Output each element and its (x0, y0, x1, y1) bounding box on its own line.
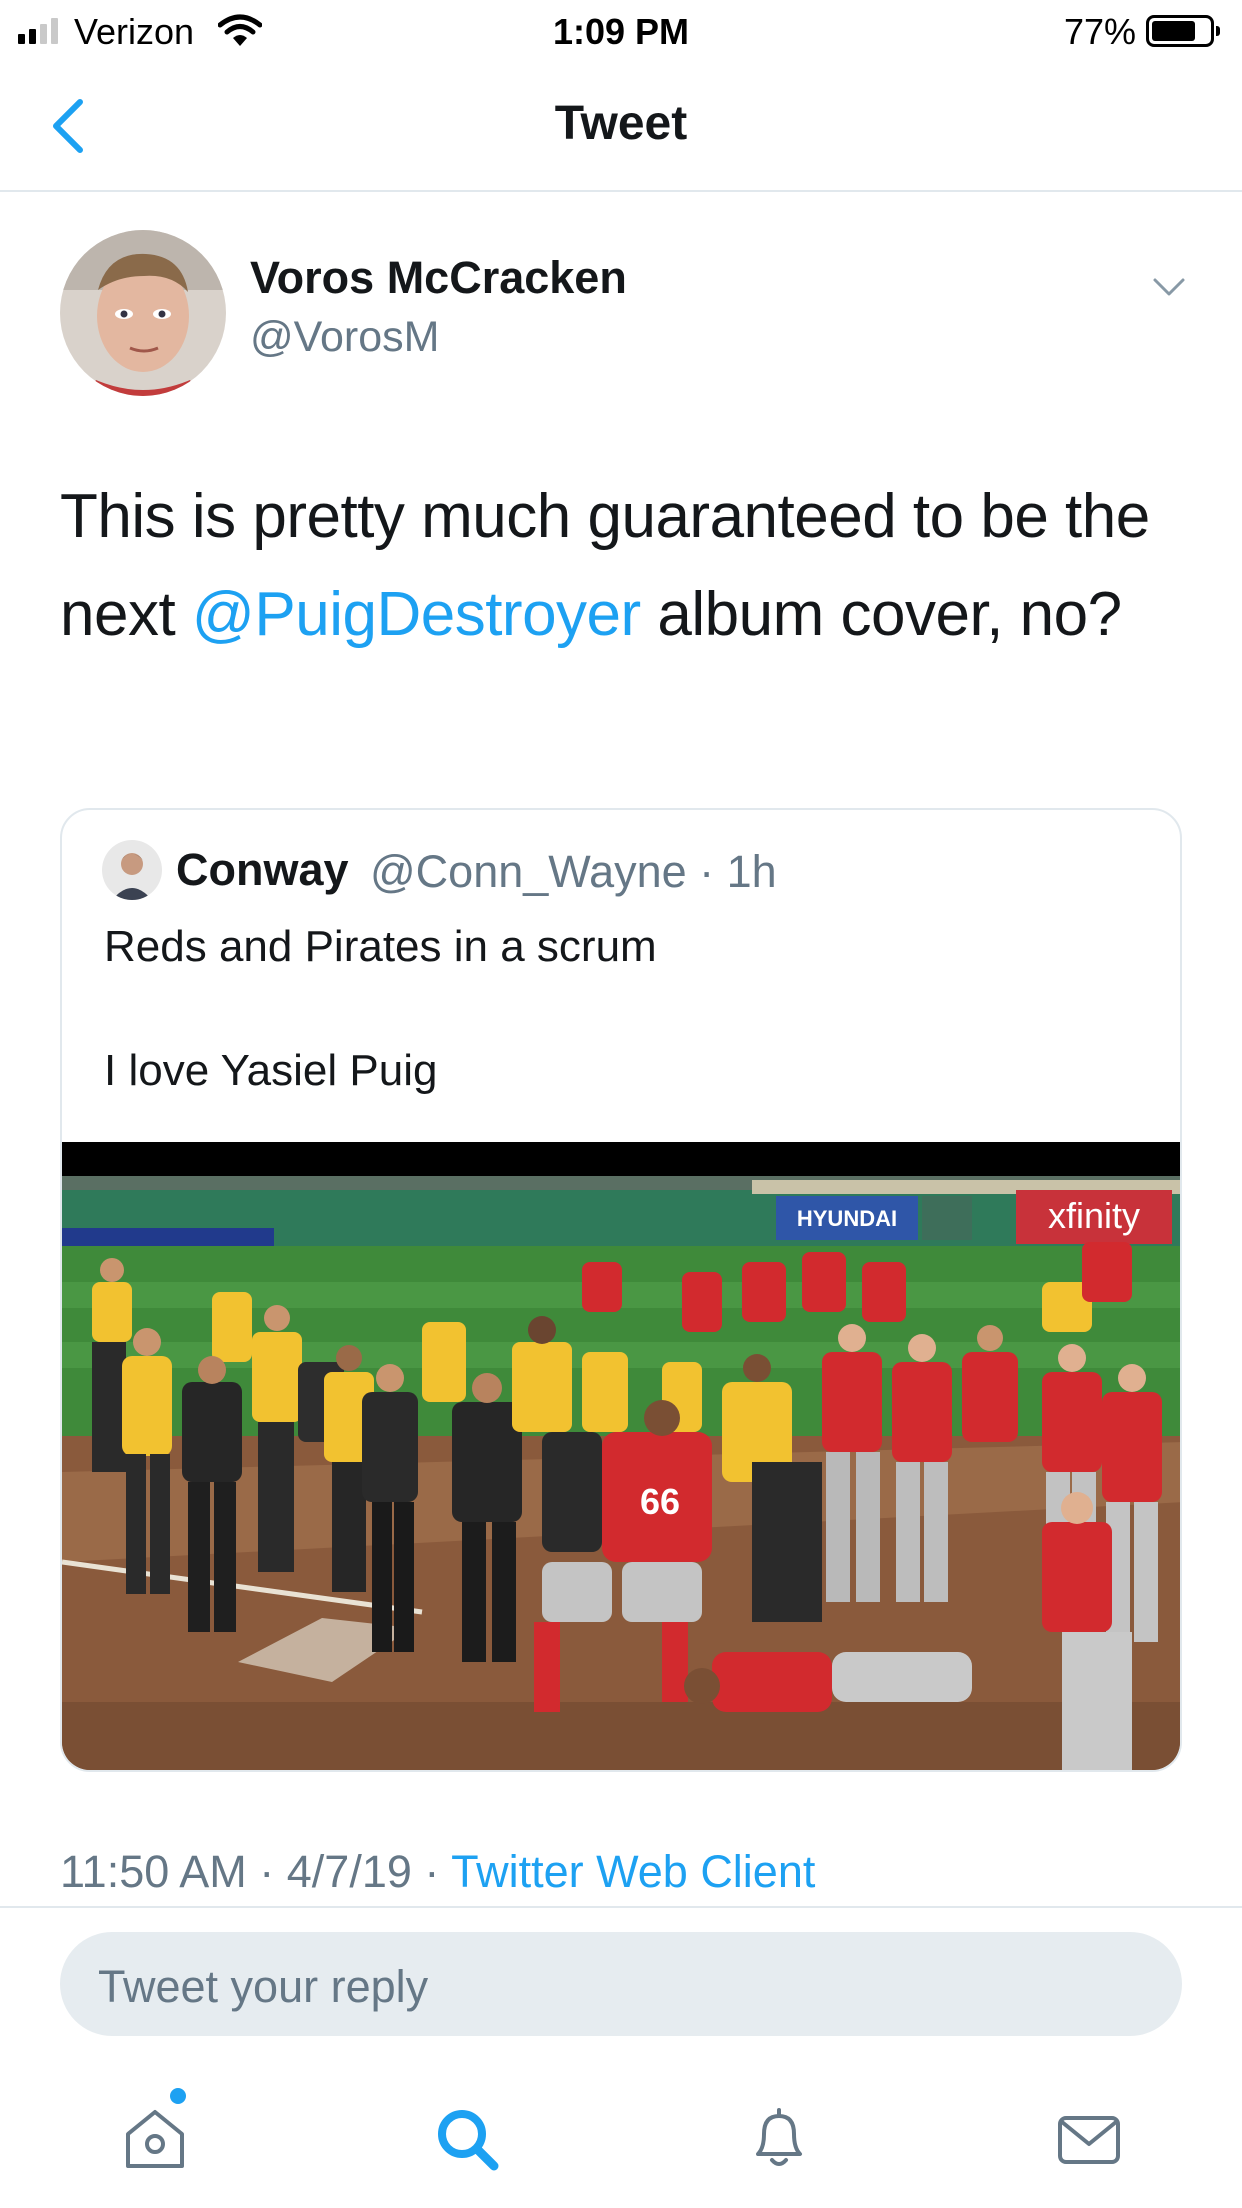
tab-bar (0, 2066, 1242, 2208)
search-icon[interactable] (432, 2104, 502, 2174)
battery-icon (1146, 15, 1220, 47)
mention-link[interactable]: @PuigDestroyer (192, 580, 641, 649)
quoted-tweet[interactable]: Conway @Conn_Wayne · 1h Reds and Pirates… (60, 808, 1182, 1772)
ad-board-left (62, 1228, 274, 1248)
battery-level (1152, 21, 1195, 41)
quoted-author-handle-time: @Conn_Wayne · 1h (370, 846, 777, 897)
tweet-timestamp: 11:50 AM · 4/7/19 · Twitter Web Client (60, 1846, 815, 1898)
client-link[interactable]: Twitter Web Client (451, 1846, 815, 1897)
clock: 1:09 PM (552, 11, 690, 52)
status-bar: Verizon 1:09 PM 77% (0, 0, 1242, 62)
author-avatar[interactable] (60, 230, 226, 396)
page-title: Tweet (554, 97, 688, 150)
quoted-tweet-text-line-1: Reds and Pirates in a scrum (104, 922, 657, 971)
quoted-tweet-text-line-2: I love Yasiel Puig (104, 1046, 438, 1095)
home-icon[interactable] (120, 2104, 190, 2174)
reply-input[interactable]: Tweet your reply (60, 1932, 1182, 2036)
tweet-text-after: album cover, no? (640, 580, 1122, 649)
ad-xfinity-text: xfinity (1048, 1195, 1140, 1236)
messages-icon[interactable] (1054, 2104, 1124, 2174)
timestamp-text: 11:50 AM · 4/7/19 · (60, 1846, 452, 1897)
quoted-author-avatar (102, 840, 162, 900)
notifications-icon[interactable] (744, 2104, 814, 2174)
chevron-down-icon[interactable] (1150, 268, 1188, 306)
divider (0, 1906, 1242, 1908)
quoted-author-name: Conway (176, 844, 349, 895)
jersey-number: 66 (640, 1481, 680, 1522)
tweet-text: This is pretty much guaranteed to be the… (60, 468, 1190, 664)
reply-placeholder: Tweet your reply (98, 1961, 429, 2012)
author-handle[interactable]: @VorosM (250, 313, 439, 362)
quoted-tweet-media[interactable]: HYUNDAI xfinity 66 (62, 1142, 1180, 1770)
author-display-name[interactable]: Voros McCracken (250, 252, 627, 304)
ad-hyundai-text: HYUNDAI (797, 1206, 897, 1231)
battery-percent: 77% (1063, 11, 1136, 52)
home-notification-dot (170, 2088, 186, 2104)
navigation-bar: Tweet (0, 62, 1242, 192)
